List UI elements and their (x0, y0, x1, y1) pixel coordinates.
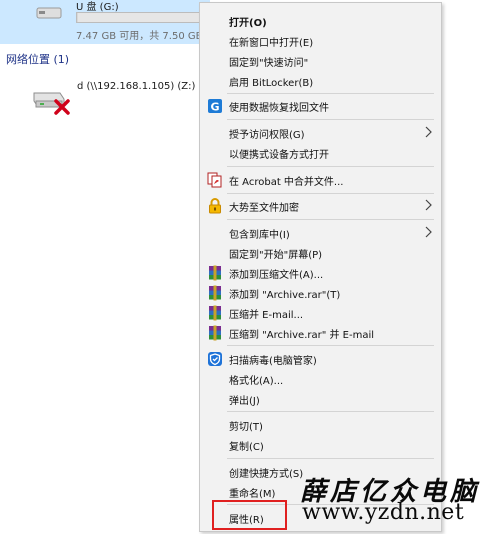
winrar-icon (209, 285, 221, 301)
menu-separator (227, 411, 434, 412)
menu-cut[interactable]: 剪切(T) (200, 415, 441, 435)
menu-data-recovery[interactable]: G 使用数据恢复找回文件 (200, 96, 441, 116)
data-recovery-icon: G (208, 99, 222, 114)
watermark-url: www.yzdn.net (302, 500, 465, 525)
menu-open-label: 打开(O) (229, 18, 267, 29)
chevron-right-icon (425, 126, 432, 138)
menu-include-library-label: 包含到库中(I) (229, 230, 290, 241)
acrobat-icon (207, 172, 222, 188)
menu-add-archive-rar-label: 添加到 "Archive.rar"(T) (229, 290, 341, 301)
svg-text:G: G (210, 101, 219, 114)
disconnected-network-drive-icon (33, 92, 70, 115)
menu-open[interactable]: 打开(O) (200, 11, 441, 31)
menu-pin-start[interactable]: 固定到"开始"屏幕(P) (200, 243, 441, 263)
menu-add-archive-label: 添加到压缩文件(A)... (229, 270, 324, 281)
pc-manager-shield-icon (208, 352, 222, 366)
menu-copy[interactable]: 复制(C) (200, 435, 441, 455)
usb-drive-item[interactable]: U 盘 (G:) 7.47 GB 可用，共 7.50 GB (0, 0, 210, 44)
menu-add-archive[interactable]: 添加到压缩文件(A)... (200, 263, 441, 283)
winrar-icon (209, 305, 221, 321)
menu-open-portable-device[interactable]: 以便携式设备方式打开 (200, 143, 441, 163)
menu-separator (227, 345, 434, 346)
context-menu: 打开(O) 在新窗口中打开(E) 固定到"快速访问" 启用 BitLocker(… (199, 2, 442, 532)
menu-pin-quick-access-label: 固定到"快速访问" (229, 58, 309, 69)
menu-pin-start-label: 固定到"开始"屏幕(P) (229, 250, 323, 261)
menu-add-archive-rar[interactable]: 添加到 "Archive.rar"(T) (200, 283, 441, 303)
chevron-right-icon (425, 226, 432, 238)
menu-enable-bitlocker-label: 启用 BitLocker(B) (229, 78, 314, 89)
menu-compress-rar-email[interactable]: 压缩到 "Archive.rar" 并 E-mail (200, 323, 441, 343)
menu-enable-bitlocker[interactable]: 启用 BitLocker(B) (200, 71, 441, 91)
menu-compress-email[interactable]: 压缩并 E-mail... (200, 303, 441, 323)
menu-data-recovery-label: 使用数据恢复找回文件 (229, 103, 329, 114)
lock-icon (209, 198, 221, 214)
menu-acrobat-combine-label: 在 Acrobat 中合并文件... (229, 177, 344, 188)
menu-compress-email-label: 压缩并 E-mail... (229, 310, 304, 321)
properties-highlight-box (212, 500, 287, 530)
menu-separator (227, 93, 434, 94)
menu-file-encryption-label: 大势至文件加密 (229, 203, 299, 214)
menu-copy-label: 复制(C) (229, 442, 264, 453)
menu-acrobat-combine[interactable]: 在 Acrobat 中合并文件... (200, 170, 441, 190)
network-drive-label[interactable]: d (\\192.168.1.105) (Z:) (77, 81, 195, 92)
menu-separator (227, 458, 434, 459)
menu-rename-label: 重命名(M) (229, 489, 276, 500)
menu-pin-quick-access[interactable]: 固定到"快速访问" (200, 51, 441, 71)
menu-separator (227, 193, 434, 194)
drive-free-space: 7.47 GB 可用，共 7.50 GB (76, 31, 203, 42)
winrar-icon (209, 265, 221, 281)
menu-cut-label: 剪切(T) (229, 422, 263, 433)
menu-virus-scan-label: 扫描病毒(电脑管家) (229, 356, 317, 367)
network-locations-header[interactable]: 网络位置 (1) (6, 51, 69, 67)
menu-eject-label: 弹出(J) (229, 396, 260, 407)
menu-separator (227, 166, 434, 167)
menu-eject[interactable]: 弹出(J) (200, 389, 441, 409)
menu-open-new-window-label: 在新窗口中打开(E) (229, 38, 314, 49)
menu-grant-access[interactable]: 授予访问权限(G) (200, 123, 441, 143)
menu-separator (227, 119, 434, 120)
menu-separator (227, 219, 434, 220)
drive-usage-bar (76, 12, 204, 23)
menu-create-shortcut-label: 创建快捷方式(S) (229, 469, 304, 480)
menu-include-library[interactable]: 包含到库中(I) (200, 223, 441, 243)
winrar-icon (209, 325, 221, 341)
menu-file-encryption[interactable]: 大势至文件加密 (200, 196, 441, 216)
menu-format[interactable]: 格式化(A)... (200, 369, 441, 389)
menu-open-new-window[interactable]: 在新窗口中打开(E) (200, 31, 441, 51)
drive-usage-fill (77, 13, 78, 22)
menu-compress-rar-email-label: 压缩到 "Archive.rar" 并 E-mail (229, 330, 375, 341)
menu-format-label: 格式化(A)... (229, 376, 284, 387)
menu-virus-scan[interactable]: 扫描病毒(电脑管家) (200, 349, 441, 369)
menu-grant-access-label: 授予访问权限(G) (229, 130, 305, 141)
menu-open-portable-device-label: 以便携式设备方式打开 (229, 150, 329, 161)
chevron-right-icon (425, 199, 432, 211)
usb-drive-icon (36, 7, 62, 19)
